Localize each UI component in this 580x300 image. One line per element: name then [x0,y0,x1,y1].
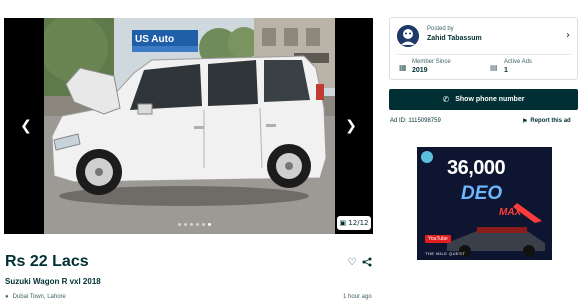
location-pin-icon: ● [5,294,9,300]
banner-brand: DEO [461,183,503,204]
listing-location: ● Dubai Town, Lahore [5,294,66,300]
ad-detail-page: US Auto ❮ ❯ ▣ 12/12 Rs 22 Lacs ♡ Suzuki … [0,0,580,300]
calendar-icon: ▦ [399,63,407,72]
show-phone-label: Show phone number [455,96,525,103]
promo-banner[interactable]: 36,000 DEO MAX YouTube THE MILE QUEST [417,147,552,260]
image-gallery[interactable]: US Auto ❮ ❯ ▣ 12/12 [4,18,373,234]
gallery-dot[interactable] [184,223,187,226]
flag-icon: ⚑ [522,119,528,125]
chevron-right-icon[interactable]: ❯ [343,118,359,134]
active-ads-label: Active Ads [504,59,533,65]
document-icon: ▤ [490,63,498,72]
phone-icon: ✆ [442,95,450,104]
listing-price: Rs 22 Lacs [5,253,89,270]
report-ad-link[interactable]: ⚑ Report this ad [522,118,571,125]
banner-headline-number: 36,000 [447,157,506,179]
car-photo: US Auto [44,18,335,234]
image-counter[interactable]: ▣ 12/12 [337,216,371,230]
active-ads-value: 1 [504,67,508,74]
location-text: Dubai Town, Lahore [12,294,66,300]
gallery-dot[interactable] [196,223,199,226]
seller-name[interactable]: Zahid Tabassum [427,35,482,42]
gallery-dot-active[interactable] [208,223,211,226]
seller-avatar[interactable] [397,25,419,47]
chevron-left-icon[interactable]: ❮ [18,118,34,134]
share-icon[interactable] [361,257,373,269]
gallery-dots [178,223,211,226]
shop-sign-text: US Auto [135,34,174,45]
ad-id: Ad ID: 1115098759 [390,118,441,124]
heart-icon[interactable]: ♡ [346,257,358,269]
posted-time: 1 hour ago [343,294,372,300]
gallery-dot[interactable] [178,223,181,226]
member-since-label: Member Since [412,59,451,65]
youtube-badge: YouTube [425,235,451,243]
chevron-right-icon[interactable]: › [566,30,570,41]
gallery-dot[interactable] [190,223,193,226]
seller-card: Posted by Zahid Tabassum › ▦ Member Sinc… [389,17,578,80]
posted-by-label: Posted by [427,26,454,32]
banner-footer: THE MILE QUEST [425,251,466,256]
gallery-dot[interactable] [202,223,205,226]
banner-brand-suffix: MAX [499,207,522,218]
camera-icon: ▣ [339,219,347,227]
image-counter-label: 12/12 [348,219,369,227]
member-since-value: 2019 [412,67,428,74]
card-divider [397,54,571,55]
listing-title: Suzuki Wagon R vxl 2018 [5,277,101,286]
report-ad-label: Report this ad [530,118,571,124]
show-phone-button[interactable]: ✆ Show phone number [389,89,578,110]
